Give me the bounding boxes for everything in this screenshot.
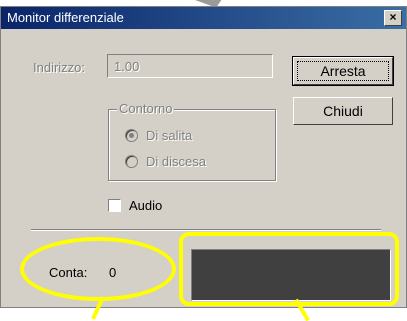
close-button-label: Chiudi xyxy=(323,103,363,119)
address-label: Indirizzo: xyxy=(33,60,86,75)
radio-falling-edge[interactable]: Di discesa xyxy=(125,154,206,169)
focus-rect xyxy=(297,61,389,81)
title-bar: Monitor differenziale × xyxy=(1,7,406,29)
radio-button-checked xyxy=(125,129,138,142)
audio-checkbox-row[interactable]: Audio xyxy=(108,198,162,213)
highlight-ellipse xyxy=(20,237,176,301)
edge-groupbox: Contorno Di salita Di discesa xyxy=(108,101,276,181)
audio-checkbox[interactable] xyxy=(108,199,121,212)
address-field[interactable]: 1.00 xyxy=(107,54,273,78)
radio-rising-label: Di salita xyxy=(146,128,193,143)
edge-group-legend: Contorno xyxy=(117,101,175,116)
highlight-rectangle xyxy=(179,232,399,306)
stop-button[interactable]: Arresta xyxy=(292,56,394,86)
window-title: Monitor differenziale xyxy=(7,10,124,25)
radio-falling-label: Di discesa xyxy=(146,154,206,169)
audio-label: Audio xyxy=(129,198,163,213)
separator xyxy=(31,229,381,231)
radio-button xyxy=(125,155,138,168)
close-icon[interactable]: × xyxy=(384,10,402,26)
close-button[interactable]: Chiudi xyxy=(293,97,393,125)
radio-rising-edge[interactable]: Di salita xyxy=(125,128,192,143)
